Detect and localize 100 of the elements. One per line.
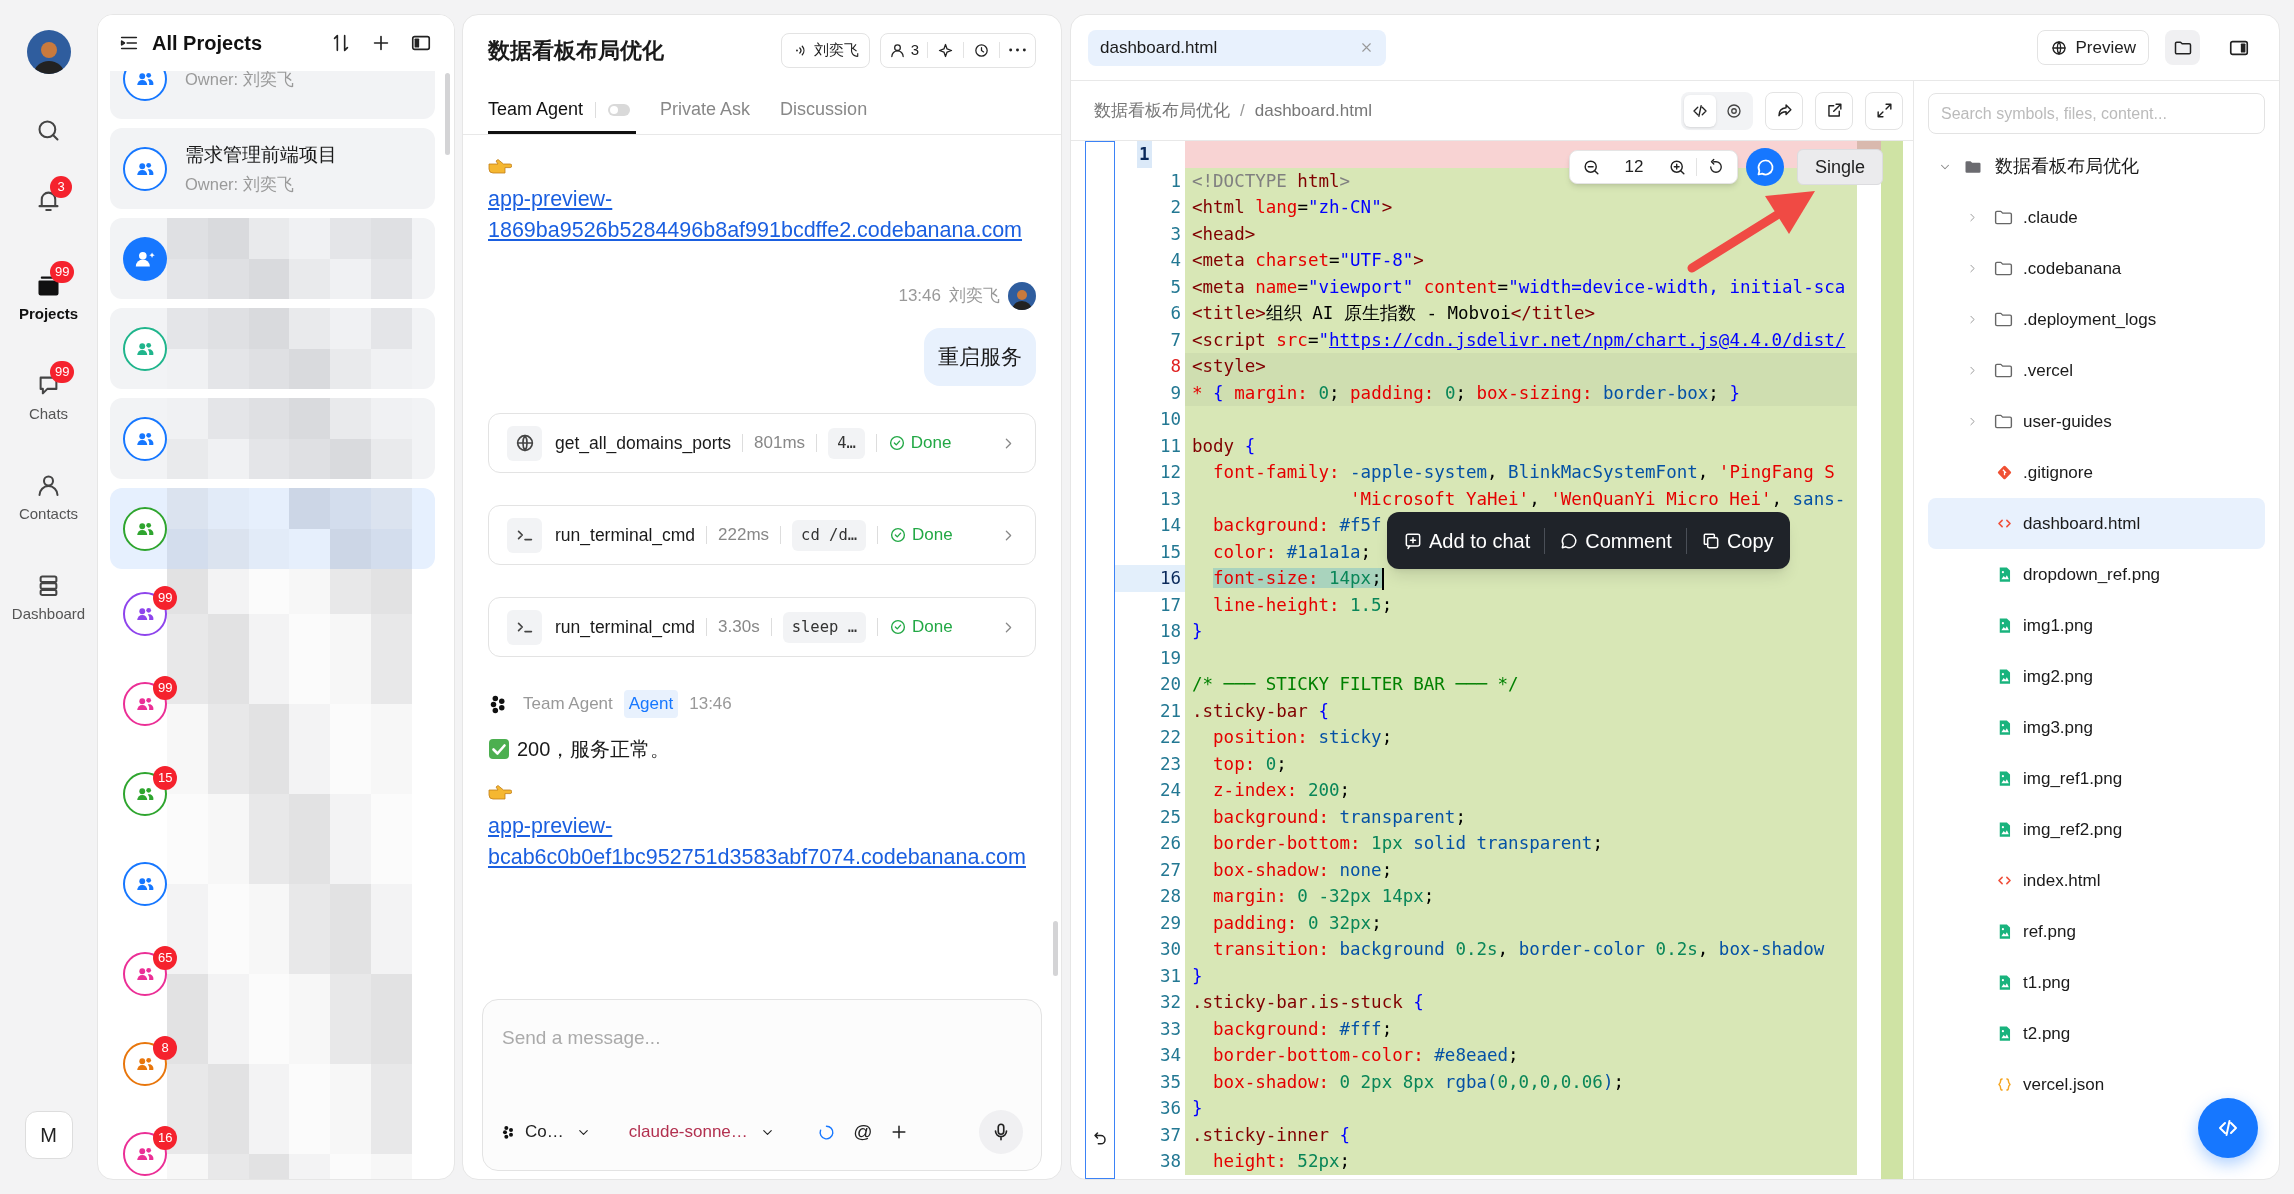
line-number: 21 [1158, 699, 1182, 723]
tree-item[interactable]: img_ref2.png [1928, 804, 2265, 855]
tool-duration: 3.30s [718, 616, 760, 639]
tree-item[interactable]: .deployment_logs [1928, 294, 2265, 345]
workspace-button[interactable]: M [24, 1111, 73, 1159]
line-number: 18 [1158, 620, 1182, 643]
tool-call-card[interactable]: run_terminal_cmd 222ms cd /d… Done [488, 505, 1036, 565]
message-bubble: 重启服务 [924, 328, 1036, 386]
tree-item[interactable]: img_ref1.png [1928, 753, 2265, 804]
tab[interactable]: Private Ask [660, 85, 757, 134]
share-button[interactable] [1765, 91, 1803, 130]
open-external-button[interactable] [1815, 91, 1853, 130]
tool-call-card[interactable]: run_terminal_cmd 3.30s sleep … Done [488, 597, 1036, 657]
unread-badge: 8 [153, 1036, 177, 1060]
tree-item[interactable]: .vercel [1928, 345, 2265, 396]
text-cursor [1381, 568, 1384, 590]
tree-item[interactable]: user-guides [1928, 396, 2265, 447]
tree-item[interactable]: img3.png [1928, 702, 2265, 753]
line-number: 38 [1158, 1150, 1182, 1173]
nav-item[interactable]: 99 Chats [3, 362, 94, 432]
files-button[interactable] [2165, 30, 2200, 65]
tree-item[interactable]: t1.png [1928, 957, 2265, 1008]
message-time: 13:46 [898, 285, 941, 308]
nav-item[interactable]: Contacts [3, 462, 94, 532]
search-field[interactable]: Search symbols, files, content... [1928, 93, 2265, 134]
agent-selector[interactable]: Co… [501, 1114, 591, 1150]
line-number: 6 [1169, 302, 1182, 325]
tree-item[interactable]: index.html [1928, 855, 2265, 906]
toggle-switch[interactable] [608, 103, 631, 116]
line-number: 9 [1169, 381, 1182, 405]
preview-link[interactable]: app-preview-bcab6c0b0ef1bc952751d3583abf7074.codebanana.com [488, 811, 1036, 873]
tree-item[interactable]: 数据看板布局优化 [1928, 141, 2265, 192]
tree-item[interactable]: dropdown_ref.png [1928, 549, 2265, 600]
notifications-button[interactable]: 3 [23, 175, 74, 225]
tool-name: run_terminal_cmd [555, 615, 696, 640]
tree-item[interactable]: img1.png [1928, 600, 2265, 651]
members-button[interactable]: 3 [880, 33, 927, 67]
line-number: 35 [1158, 1070, 1182, 1094]
tool-call-card[interactable]: get_all_domains_ports 801ms 4… Done [488, 413, 1036, 473]
count-badge: 99 [50, 360, 75, 383]
voice-button[interactable] [979, 1110, 1023, 1154]
breadcrumb-item[interactable]: 数据看板布局优化 [1094, 97, 1230, 124]
preview-link[interactable]: app-preview-1869ba9526b5284496b8af991bcdffe2.codebanana.com [488, 184, 1036, 246]
mention-button[interactable]: @ [847, 1117, 878, 1147]
line-number: 25 [1158, 805, 1182, 829]
unread-badge: 99 [153, 676, 178, 700]
tree-item[interactable]: dashboard.html [1928, 498, 2265, 549]
mode-button[interactable]: Single [1797, 149, 1883, 185]
line-number: 26 [1158, 832, 1182, 855]
line-number: 2 [1169, 196, 1182, 219]
nav-item[interactable]: 99 Projects [3, 262, 94, 332]
tree-item[interactable]: vercel.json [1928, 1059, 2265, 1110]
line-number: 24 [1158, 779, 1182, 802]
zoom-out-icon [1581, 157, 1601, 177]
tree-item[interactable]: ref.png [1928, 906, 2265, 957]
file-tab[interactable]: dashboard.html [1088, 29, 1386, 66]
count-badge: 99 [50, 260, 75, 283]
project-card[interactable] [110, 218, 435, 299]
host-button[interactable]: 刘奕飞 [780, 32, 870, 68]
globe-icon [2049, 38, 2068, 57]
fullscreen-button[interactable] [1865, 91, 1903, 130]
line-number: 15 [1158, 540, 1182, 564]
line-number: 1 [1137, 141, 1152, 168]
tree-item[interactable]: .codebanana [1928, 243, 2265, 294]
tab[interactable]: Discussion [780, 85, 874, 134]
tree-item[interactable]: img2.png [1928, 651, 2265, 702]
user-avatar[interactable] [26, 30, 71, 74]
more-icon [1009, 48, 1026, 52]
message-input[interactable]: Send a message... [493, 1018, 1031, 1058]
model-selector[interactable]: claude-sonne… [628, 1114, 775, 1150]
tree-item[interactable]: .gitignore [1928, 447, 2265, 498]
check-circle-icon [887, 434, 906, 452]
text-selection: font-size: 14px; [1213, 568, 1382, 588]
line-number: 32 [1158, 991, 1182, 1014]
scrollbar[interactable] [1053, 921, 1058, 976]
line-number: 11 [1158, 434, 1182, 458]
tab[interactable]: Team Agent [488, 85, 637, 134]
line-number: 22 [1158, 726, 1182, 749]
tree-item[interactable]: t2.png [1928, 1008, 2265, 1059]
panel-title: All Projects [152, 31, 263, 56]
project-name: 需求管理前端项目 [185, 142, 337, 167]
unread-badge: 99 [153, 586, 178, 610]
nav-item[interactable]: Dashboard [3, 562, 94, 632]
scrollbar[interactable] [445, 73, 450, 155]
line-number: 3 [1169, 222, 1182, 246]
view-mode-button[interactable] [1684, 94, 1716, 127]
tool-argument: cd /d… [792, 519, 867, 551]
preview-button[interactable]: Preview [2036, 30, 2149, 65]
tree-item[interactable]: .claude [1928, 192, 2265, 243]
clock-icon [973, 41, 990, 59]
tool-duration: 222ms [718, 524, 770, 547]
project-owner: Owner: 刘奕飞 [185, 173, 295, 195]
code-view-button[interactable] [2198, 1098, 2258, 1158]
breadcrumb-separator: / [1240, 99, 1245, 122]
project-card[interactable]: 需求管理前端项目 Owner: 刘奕飞 [110, 128, 435, 209]
line-number: 12 [1158, 461, 1182, 484]
braces-icon [1995, 1075, 2014, 1094]
line-number: 1 [1169, 169, 1182, 193]
expand-icon [1874, 101, 1894, 120]
project-owner: Owner: 刘奕飞 [185, 71, 294, 90]
